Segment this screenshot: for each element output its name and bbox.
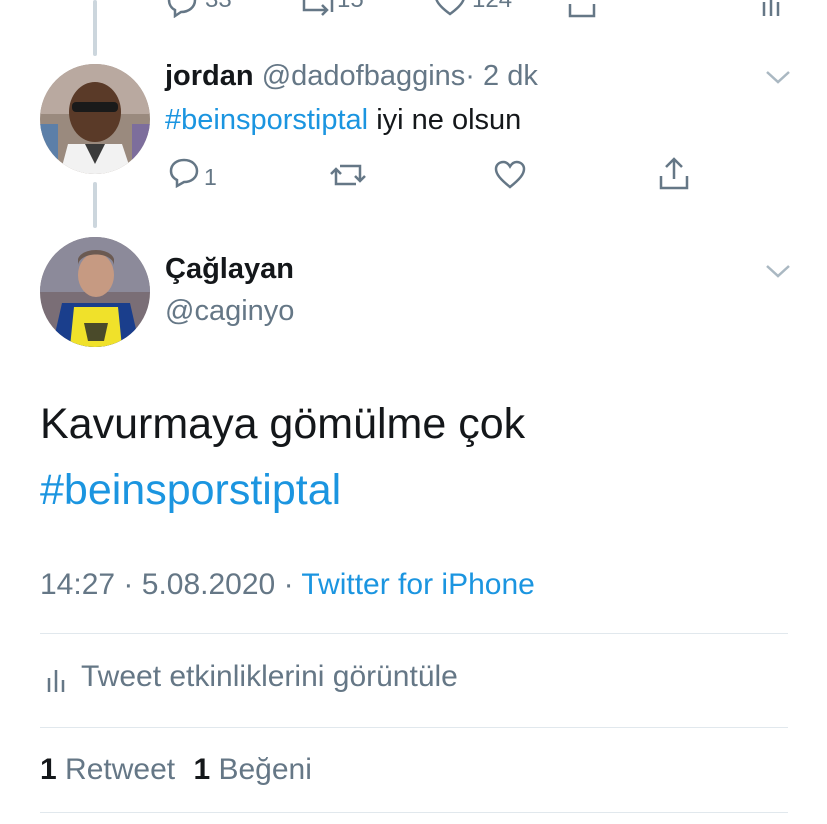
tweet-meta: 14:27 · 5.08.2020 · Twitter for iPhone — [40, 568, 535, 602]
divider — [40, 727, 788, 728]
engagement-counts: 1 Retweet 1 Beğeni — [40, 753, 312, 787]
reply-button[interactable] — [165, 0, 199, 18]
separator: · — [123, 568, 134, 601]
author-name[interactable]: Çağlayan — [165, 253, 294, 286]
author-name[interactable]: jordan — [165, 60, 254, 92]
retweet-button[interactable] — [300, 0, 336, 18]
retweets-link[interactable]: 1 Retweet — [40, 753, 183, 786]
like-count: 1 — [193, 753, 211, 786]
thread-line-middle — [93, 182, 97, 228]
thread-line-top — [93, 0, 97, 56]
reply-button[interactable] — [168, 158, 200, 188]
separator: · — [283, 568, 294, 601]
retweet-count: 1 — [40, 753, 57, 786]
activity-label: Tweet etkinliklerini görüntüle — [81, 660, 458, 693]
analytics-icon[interactable] — [760, 0, 784, 18]
hashtag-link[interactable]: #beinsporstiptal — [40, 466, 341, 515]
separator: · — [465, 60, 475, 92]
reply-count: 1 — [204, 164, 217, 190]
prev-tweet-actions: 33 15 124 — [165, 0, 795, 18]
analytics-icon — [46, 666, 68, 694]
like-button[interactable] — [433, 0, 467, 18]
retweet-label: Retweet — [65, 753, 176, 786]
avatar-jordan[interactable] — [40, 64, 150, 174]
hashtag-link[interactable]: #beinsporstiptal — [165, 104, 368, 136]
tweet-date: 5.08.2020 — [141, 568, 276, 601]
like-label: Beğeni — [218, 753, 312, 786]
share-icon[interactable] — [658, 157, 690, 191]
chevron-down-icon[interactable] — [765, 68, 791, 86]
reply-tweet-header: jordan @dadofbaggins· 2 dk — [165, 60, 538, 93]
divider — [40, 812, 788, 813]
tweet-text: iyi ne olsun — [368, 104, 522, 136]
likes-link[interactable]: 1 Beğeni — [193, 753, 311, 786]
divider — [40, 633, 788, 634]
share-icon[interactable] — [567, 0, 597, 18]
tweet-time: 2 dk — [483, 60, 538, 92]
avatar-caglayan[interactable] — [40, 237, 150, 347]
tweet-text: Kavurmaya gömülme çok — [40, 400, 526, 448]
tweet-time: 14:27 — [40, 568, 116, 601]
author-handle[interactable]: @dadofbaggins — [262, 60, 466, 92]
retweet-count: 15 — [337, 0, 364, 14]
retweet-button[interactable] — [330, 160, 366, 190]
chevron-down-icon[interactable] — [765, 262, 791, 280]
author-handle[interactable]: @caginyo — [165, 295, 294, 328]
tweet-activity-link[interactable]: Tweet etkinliklerini görüntüle — [40, 658, 640, 698]
like-count: 124 — [472, 0, 512, 14]
reply-tweet-text: #beinsporstiptal iyi ne olsun — [165, 104, 521, 137]
reply-count: 33 — [205, 0, 232, 14]
like-button[interactable] — [494, 160, 526, 190]
source-link[interactable]: Twitter for iPhone — [301, 568, 534, 601]
